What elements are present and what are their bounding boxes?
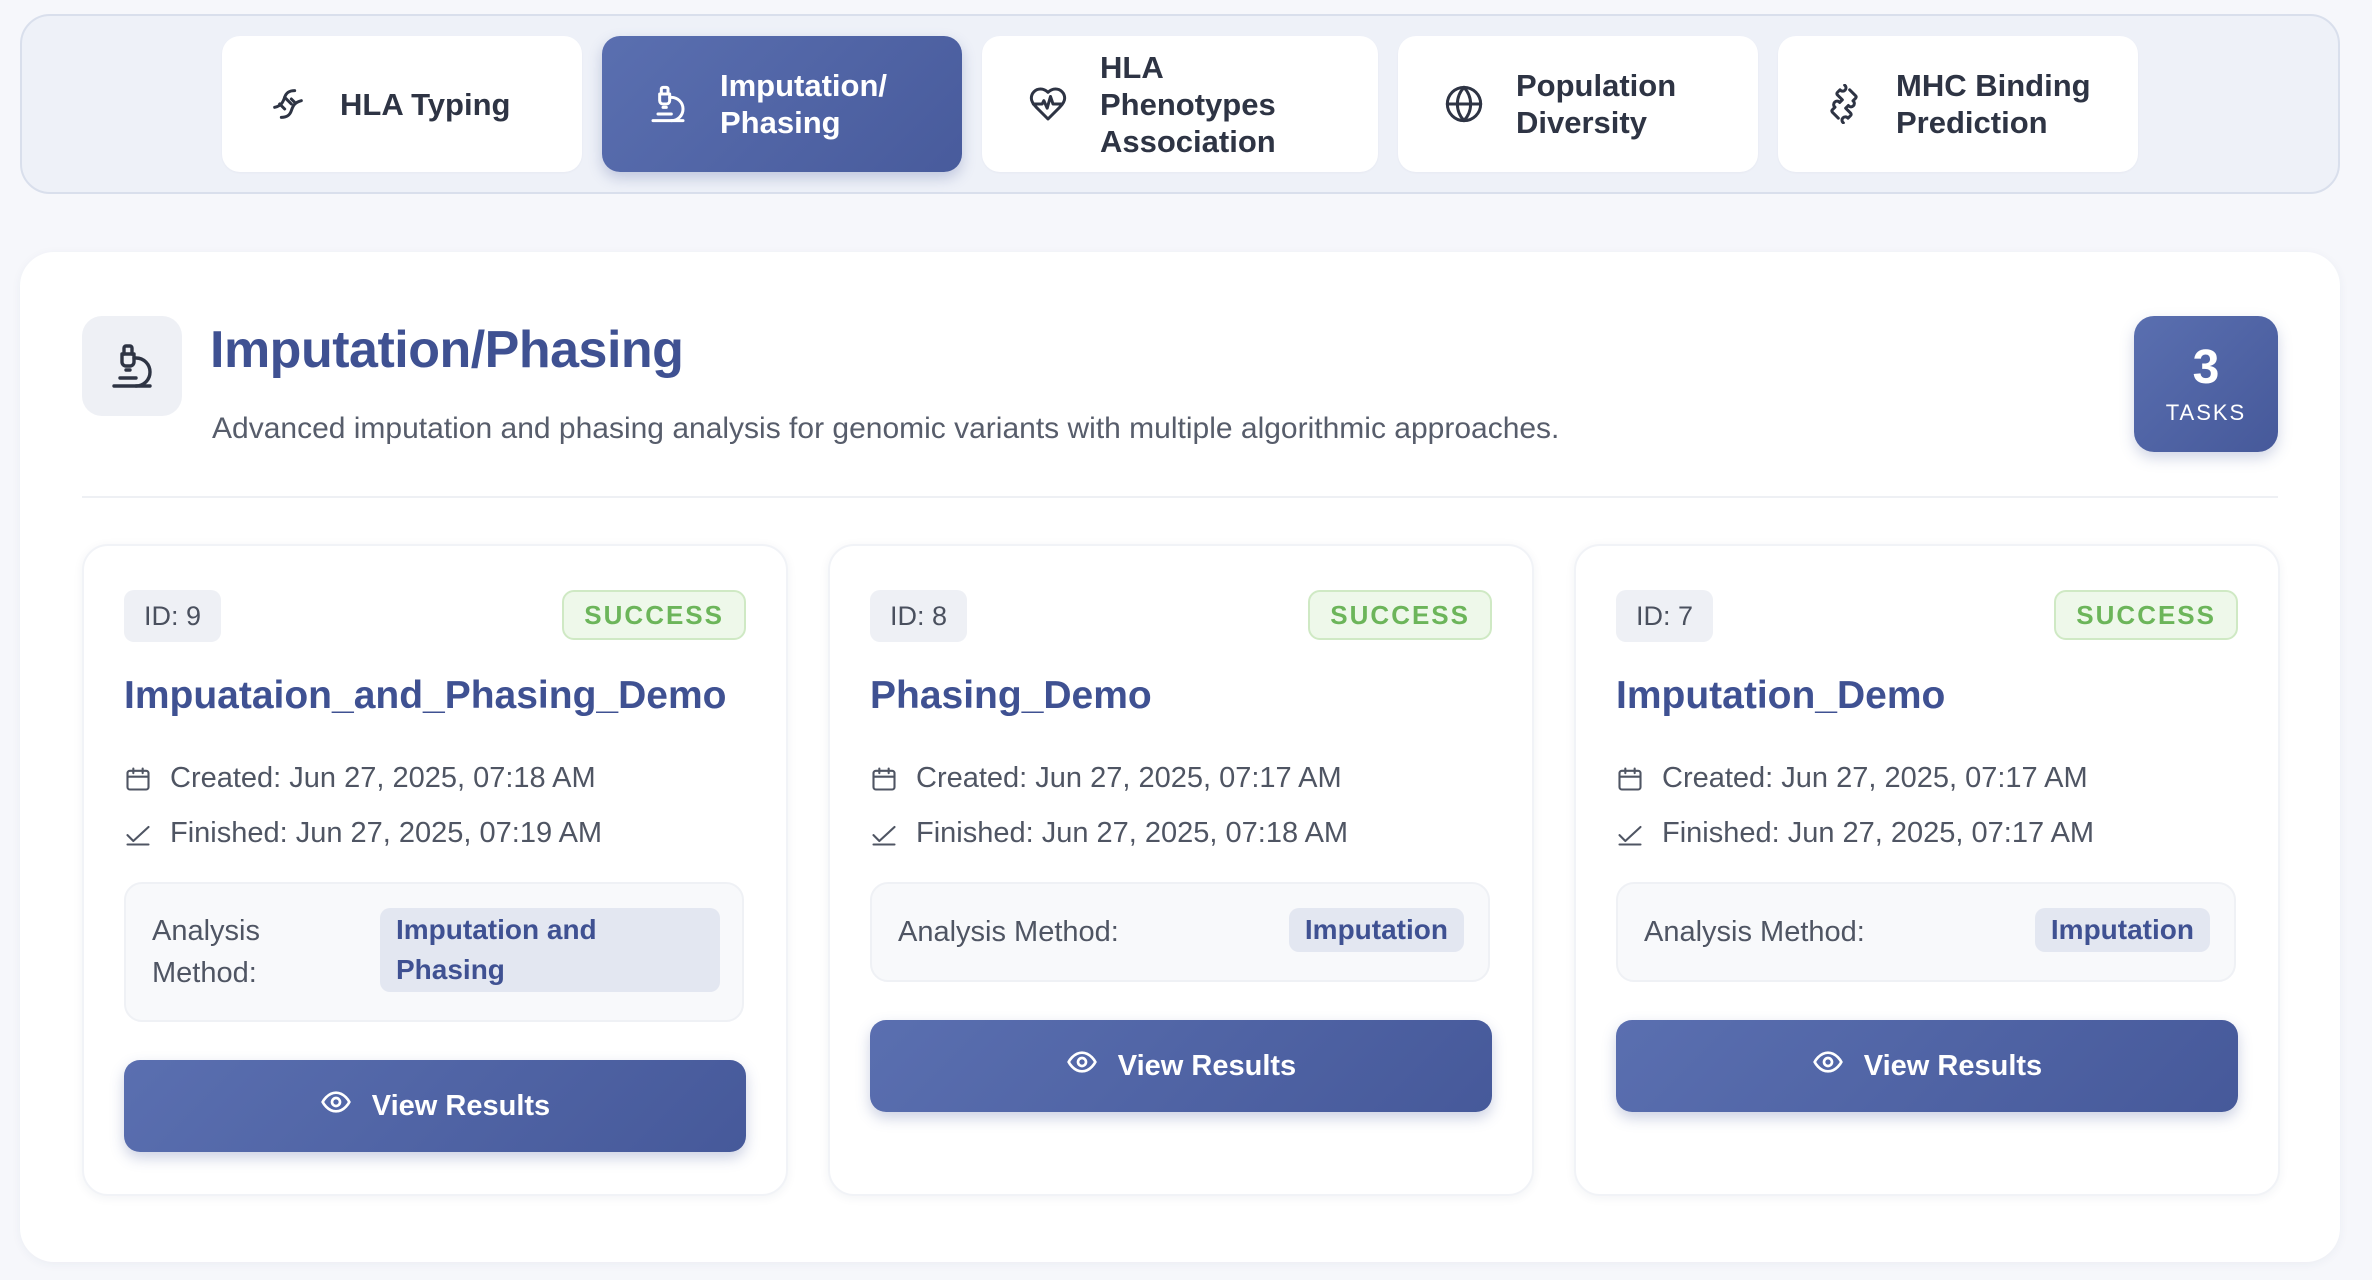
task-card: ID: 8 SUCCESS Phasing_Demo Created: Jun … — [828, 544, 1534, 1196]
method-label: Analysis Method: — [898, 916, 1119, 948]
imputation-phasing-panel: Imputation/Phasing Advanced imputation a… — [20, 252, 2340, 1262]
task-id: ID: 8 — [870, 590, 968, 642]
tab-label: HLA Phenotypes Association — [1100, 49, 1276, 159]
method-label: Analysis Method: — [1644, 916, 1865, 948]
task-count: 3 — [2192, 341, 2220, 394]
microscope-icon — [646, 82, 690, 126]
check-done-icon — [1616, 819, 1646, 849]
tab-label: HLA Typing — [340, 86, 511, 122]
status-badge: SUCCESS — [2054, 590, 2238, 640]
status-badge: SUCCESS — [562, 590, 746, 640]
calendar-icon — [1616, 764, 1646, 794]
analysis-method-box: Analysis Method: Imputation — [1616, 882, 2236, 982]
task-name: Impuataion_and_Phasing_Demo — [124, 674, 727, 717]
finished-row: Finished: Jun 27, 2025, 07:19 AM — [124, 817, 602, 850]
button-label: View Results — [1117, 1049, 1297, 1082]
tab-hla-phenotypes-association[interactable]: HLA Phenotypes Association — [982, 36, 1378, 172]
task-name: Phasing_Demo — [870, 674, 1152, 717]
created-text: Created: Jun 27, 2025, 07:17 AM — [1662, 762, 2088, 794]
puzzle-icon — [1822, 82, 1866, 126]
page-title: Imputation/Phasing — [210, 321, 684, 379]
button-label: View Results — [1863, 1049, 2043, 1082]
finished-text: Finished: Jun 27, 2025, 07:19 AM — [170, 817, 603, 849]
heart-pulse-icon — [1026, 82, 1070, 126]
method-tag: Imputation and Phasing — [380, 908, 720, 992]
calendar-icon — [124, 764, 154, 794]
analysis-tab-bar: HLA Typing Imputation/ Phasing HLA Pheno… — [20, 14, 2340, 194]
tab-label: Imputation/ Phasing — [720, 68, 888, 140]
status-badge: SUCCESS — [1308, 590, 1492, 640]
finished-text: Finished: Jun 27, 2025, 07:17 AM — [1662, 817, 2095, 849]
task-card: ID: 7 SUCCESS Imputation_Demo Created: J… — [1574, 544, 2280, 1196]
created-row: Created: Jun 27, 2025, 07:18 AM — [124, 762, 596, 795]
tab-imputation-phasing[interactable]: Imputation/ Phasing — [602, 36, 962, 172]
method-tag: Imputation — [2034, 908, 2210, 952]
created-row: Created: Jun 27, 2025, 07:17 AM — [1616, 762, 2088, 795]
finished-text: Finished: Jun 27, 2025, 07:18 AM — [916, 817, 1349, 849]
view-results-button[interactable]: View Results — [870, 1020, 1492, 1112]
globe-icon — [1442, 82, 1486, 126]
view-results-button[interactable]: View Results — [1616, 1020, 2238, 1112]
tab-population-diversity[interactable]: Population Diversity — [1398, 36, 1758, 172]
check-done-icon — [870, 819, 900, 849]
created-text: Created: Jun 27, 2025, 07:18 AM — [170, 762, 596, 794]
tab-mhc-binding-prediction[interactable]: MHC Binding Prediction — [1778, 36, 2138, 172]
task-name: Imputation_Demo — [1616, 674, 1946, 717]
view-results-button[interactable]: View Results — [124, 1060, 746, 1152]
button-label: View Results — [371, 1089, 551, 1122]
task-count-label: TASKS — [2165, 400, 2247, 425]
created-text: Created: Jun 27, 2025, 07:17 AM — [916, 762, 1342, 794]
check-done-icon — [124, 819, 154, 849]
eye-icon — [1812, 1046, 1844, 1086]
finished-row: Finished: Jun 27, 2025, 07:17 AM — [1616, 817, 2094, 850]
task-count-badge: 3 TASKS — [2134, 316, 2278, 452]
analysis-method-box: Analysis Method: Imputation and Phasing — [124, 882, 744, 1022]
tab-label: MHC Binding Prediction — [1896, 68, 2091, 140]
divider — [82, 496, 2278, 498]
finished-row: Finished: Jun 27, 2025, 07:18 AM — [870, 817, 1348, 850]
method-label: Analysis Method: — [152, 915, 260, 989]
eye-icon — [320, 1086, 352, 1126]
eye-icon — [1066, 1046, 1098, 1086]
created-row: Created: Jun 27, 2025, 07:17 AM — [870, 762, 1342, 795]
task-id: ID: 9 — [124, 590, 222, 642]
dna-icon — [266, 82, 310, 126]
task-card: ID: 9 SUCCESS Impuataion_and_Phasing_Dem… — [82, 544, 788, 1196]
page-description: Advanced imputation and phasing analysis… — [212, 412, 1560, 445]
calendar-icon — [870, 764, 900, 794]
microscope-icon — [82, 316, 182, 416]
tab-hla-typing[interactable]: HLA Typing — [222, 36, 582, 172]
tab-label: Population Diversity — [1516, 68, 1677, 140]
method-tag: Imputation — [1288, 908, 1464, 952]
task-id: ID: 7 — [1616, 590, 1714, 642]
analysis-method-box: Analysis Method: Imputation — [870, 882, 1490, 982]
